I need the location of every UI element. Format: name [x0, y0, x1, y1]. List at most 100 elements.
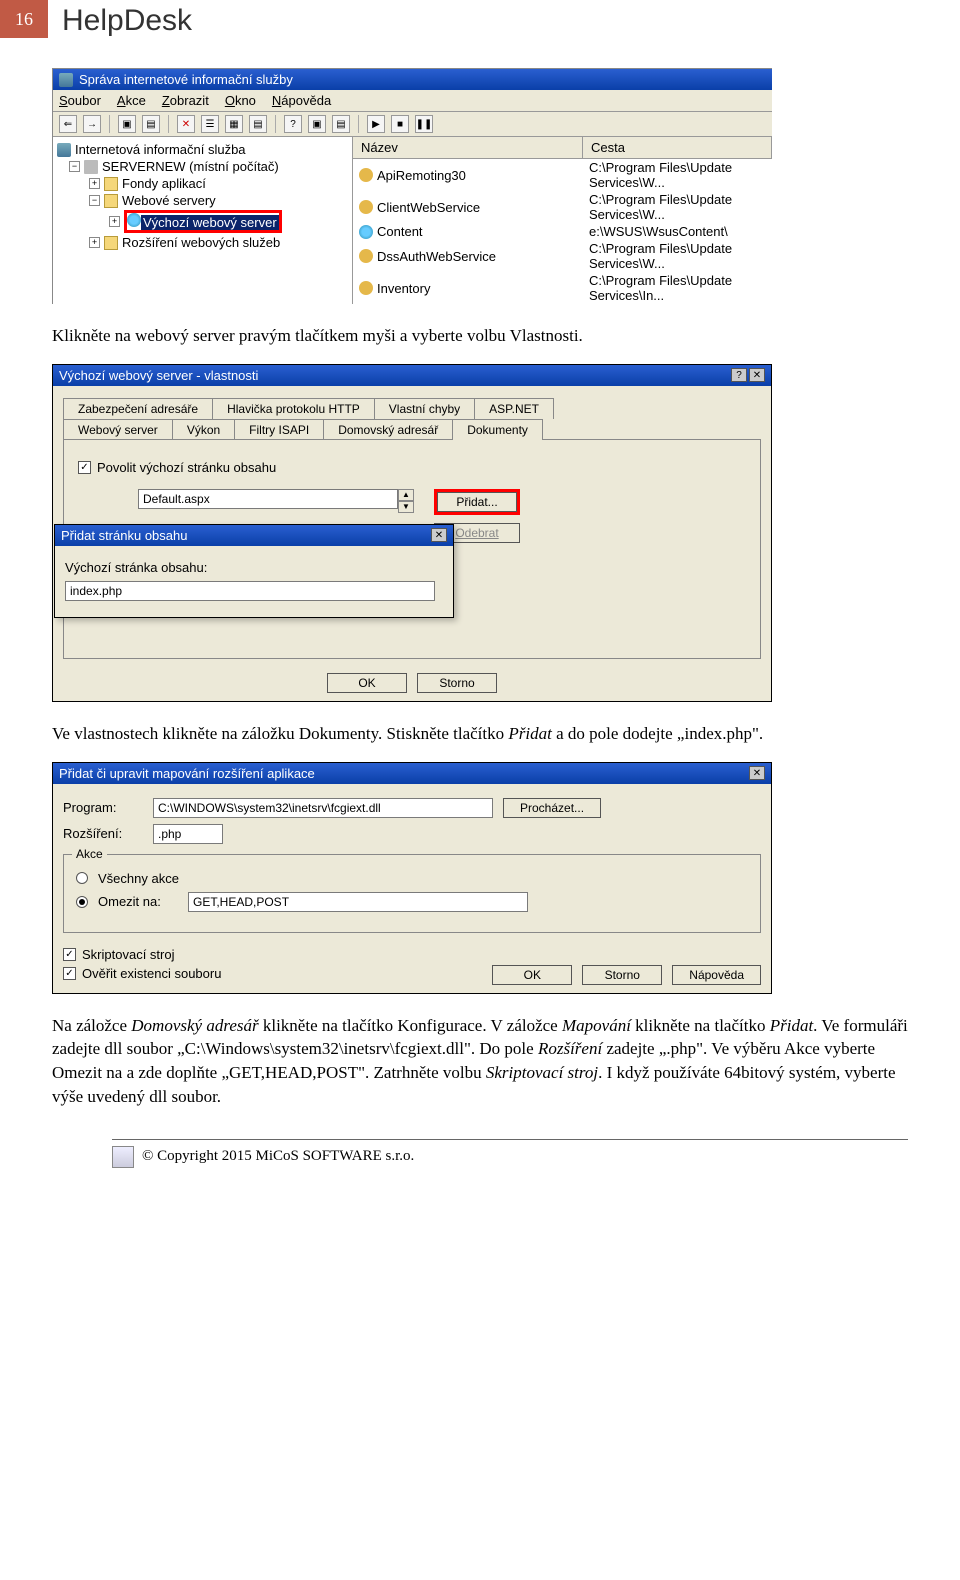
menu-help[interactable]: Nápověda	[272, 93, 331, 108]
page-icon[interactable]: ▣	[308, 115, 326, 133]
radio-icon	[76, 896, 88, 908]
stop-icon[interactable]: ■	[391, 115, 409, 133]
help-icon[interactable]: ?	[284, 115, 302, 133]
tree-server[interactable]: −SERVERNEW (místní počítač)	[57, 158, 348, 175]
screenshot-iis-mmc: Správa internetové informační služby Sou…	[52, 68, 772, 304]
enable-default-content-checkbox[interactable]: ✓ Povolit výchozí stránku obsahu	[78, 460, 746, 475]
export-icon[interactable]: ▤	[249, 115, 267, 133]
list-pane: Název Cesta ApiRemoting30C:\Program File…	[353, 137, 772, 304]
close-icon[interactable]: ✕	[431, 528, 447, 542]
menu-window[interactable]: Okno	[225, 93, 256, 108]
default-page-list[interactable]: Default.aspx	[138, 489, 398, 509]
tab-isapi[interactable]: Filtry ISAPI	[234, 419, 324, 440]
ok-button[interactable]: OK	[492, 965, 572, 985]
tree-icon[interactable]: ▤	[142, 115, 160, 133]
list-item[interactable]: Contente:\WSUS\WsusContent\	[353, 223, 772, 240]
expand-icon[interactable]: +	[109, 216, 120, 227]
program-input[interactable]	[153, 798, 493, 818]
cancel-button[interactable]: Storno	[582, 965, 662, 985]
delete-icon[interactable]: ✕	[177, 115, 195, 133]
close-icon[interactable]: ✕	[749, 368, 765, 382]
expand-icon[interactable]: +	[89, 237, 100, 248]
cancel-button[interactable]: Storno	[417, 673, 497, 693]
list-item[interactable]: ClientWebServiceC:\Program Files\Update …	[353, 191, 772, 223]
action-legend: Akce	[72, 847, 107, 861]
add-button[interactable]: Přidat...	[437, 492, 517, 512]
verify-file-checkbox[interactable]: ✓ Ověřit existenci souboru	[63, 966, 221, 981]
menu-bar: Soubor Akce Zobrazit Okno Nápověda	[53, 90, 772, 112]
page-header: 16 HelpDesk	[0, 0, 960, 38]
list-header: Název Cesta	[353, 137, 772, 159]
tree-pane: Internetová informační služba −SERVERNEW…	[53, 137, 353, 304]
browse-button[interactable]: Procházet...	[503, 798, 601, 818]
list-icon[interactable]: ▤	[332, 115, 350, 133]
close-icon[interactable]: ✕	[749, 766, 765, 780]
tab-http-header[interactable]: Hlavička protokolu HTTP	[212, 398, 375, 419]
dialog-titlebar: Přidat či upravit mapování rozšíření apl…	[53, 763, 771, 784]
ok-button[interactable]: OK	[327, 673, 407, 693]
refresh-icon[interactable]: ▦	[225, 115, 243, 133]
tab-security[interactable]: Zabezpečení adresáře	[63, 398, 213, 419]
list-item[interactable]: DssAuthWebServiceC:\Program Files\Update…	[353, 240, 772, 272]
tab-content: ✓ Povolit výchozí stránku obsahu Default…	[63, 439, 761, 659]
add-content-page-dialog: Přidat stránku obsahu ✕ Výchozí stránka …	[54, 524, 454, 618]
window-title: Správa internetové informační služby	[79, 72, 293, 87]
expand-icon[interactable]: +	[89, 178, 100, 189]
highlight-red: Přidat...	[434, 489, 520, 515]
checkbox-icon: ✓	[63, 967, 76, 980]
tree-app-pools[interactable]: +Fondy aplikací	[57, 175, 348, 192]
gear-icon	[359, 281, 373, 295]
play-icon[interactable]: ▶	[367, 115, 385, 133]
help-icon[interactable]: ?	[731, 368, 747, 382]
menu-file[interactable]: Soubor	[59, 93, 101, 108]
checkbox-icon: ✓	[63, 948, 76, 961]
radio-all-actions[interactable]: Všechny akce	[76, 871, 748, 886]
tab-aspnet[interactable]: ASP.NET	[474, 398, 554, 419]
highlight-red: Výchozí webový server	[124, 210, 282, 233]
scroll-up-icon[interactable]: ▲	[398, 489, 414, 501]
extension-label: Rozšíření:	[63, 826, 143, 841]
tab-homedir[interactable]: Domovský adresář	[323, 419, 453, 440]
limit-input[interactable]	[188, 892, 528, 912]
col-name[interactable]: Název	[353, 137, 583, 158]
help-button[interactable]: Nápověda	[672, 965, 761, 985]
back-icon[interactable]: ⇐	[59, 115, 77, 133]
collapse-icon[interactable]: −	[89, 195, 100, 206]
forward-icon[interactable]: →	[83, 115, 101, 133]
collapse-icon[interactable]: −	[69, 161, 80, 172]
tab-custom-errors[interactable]: Vlastní chyby	[374, 398, 475, 419]
scroll-down-icon[interactable]: ▼	[398, 501, 414, 513]
list-item[interactable]: InventoryC:\Program Files\Update Service…	[353, 272, 772, 304]
tree-root[interactable]: Internetová informační služba	[57, 141, 348, 158]
dialog-titlebar: Výchozí webový server - vlastnosti ? ✕	[53, 365, 771, 386]
paragraph-1: Klikněte na webový server pravým tlačítk…	[52, 324, 908, 348]
content-page-input[interactable]	[65, 581, 435, 601]
pause-icon[interactable]: ❚❚	[415, 115, 433, 133]
props-icon[interactable]: ☰	[201, 115, 219, 133]
iis-icon	[57, 143, 71, 157]
tab-documents[interactable]: Dokumenty	[452, 419, 543, 440]
extension-input[interactable]	[153, 824, 223, 844]
list-item[interactable]: ApiRemoting30C:\Program Files\Update Ser…	[353, 159, 772, 191]
script-engine-checkbox[interactable]: ✓ Skriptovací stroj	[63, 947, 221, 962]
tree-extensions[interactable]: +Rozšíření webových služeb	[57, 234, 348, 251]
app-icon	[59, 73, 73, 87]
tree-default-server[interactable]: + Výchozí webový server	[57, 209, 348, 234]
program-label: Program:	[63, 800, 143, 815]
menu-view[interactable]: Zobrazit	[162, 93, 209, 108]
dialog-title: Přidat či upravit mapování rozšíření apl…	[59, 766, 315, 781]
checkbox-icon: ✓	[78, 461, 91, 474]
action-fieldset: Akce Všechny akce Omezit na:	[63, 854, 761, 933]
tab-webserver[interactable]: Webový server	[63, 419, 173, 440]
footer-icon	[112, 1146, 134, 1168]
window-titlebar: Správa internetové informační služby	[53, 69, 772, 90]
screenshot-properties-dialog: Výchozí webový server - vlastnosti ? ✕ Z…	[52, 364, 772, 702]
tab-performance[interactable]: Výkon	[172, 419, 235, 440]
radio-limit-to[interactable]: Omezit na:	[76, 892, 748, 912]
tree-web-servers[interactable]: −Webové servery	[57, 192, 348, 209]
menu-action[interactable]: Akce	[117, 93, 146, 108]
up-icon[interactable]: ▣	[118, 115, 136, 133]
paragraph-2: Ve vlastnostech klikněte na záložku Doku…	[52, 722, 908, 746]
gear-icon	[359, 200, 373, 214]
col-path[interactable]: Cesta	[583, 137, 772, 158]
